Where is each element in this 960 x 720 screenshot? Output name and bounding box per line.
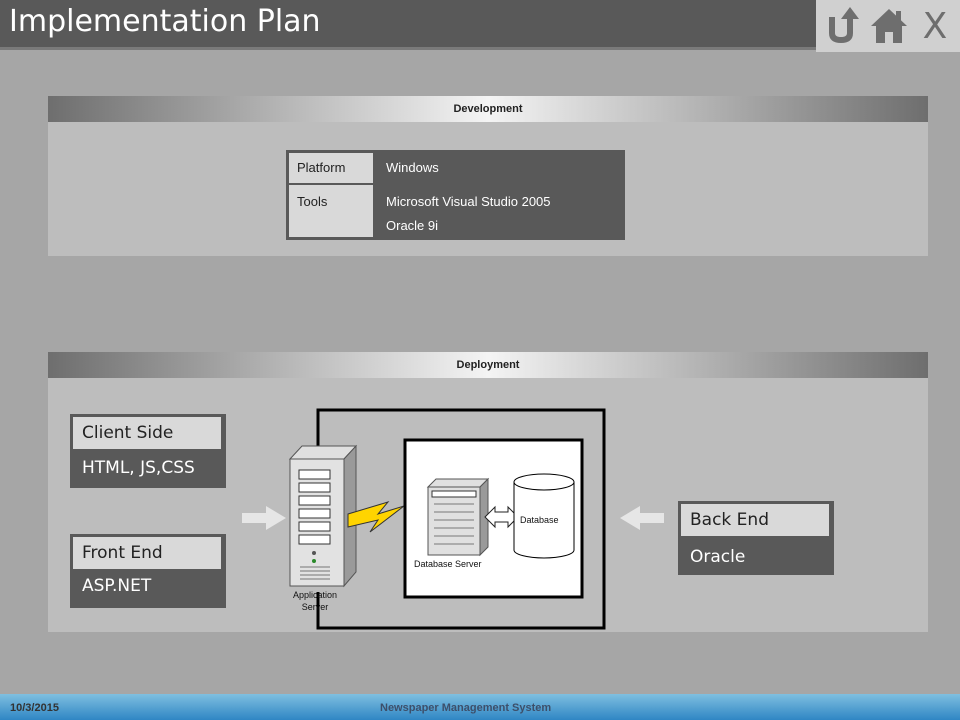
development-table: Platform Windows Tools Microsoft Visual … xyxy=(286,150,625,240)
title-bar: Implementation Plan xyxy=(0,0,816,47)
architecture-diagram: Application Server Database Server Datab… xyxy=(242,408,664,630)
database-server-icon xyxy=(426,477,490,557)
home-button[interactable] xyxy=(866,0,912,52)
page-title: Implementation Plan xyxy=(9,4,321,39)
footer-bar: 10/3/2015 Newspaper Management System xyxy=(0,694,960,720)
table-row-label: Tools xyxy=(289,185,373,237)
app-server-label: Server xyxy=(302,602,329,612)
deployment-panel: Deployment Client Side HTML, JS,CSS Fron… xyxy=(48,352,928,632)
back-button[interactable] xyxy=(818,0,864,52)
table-row-label: Platform xyxy=(289,153,373,183)
footer-date: 10/3/2015 xyxy=(10,702,59,714)
tools-value-1: Microsoft Visual Studio 2005 xyxy=(386,194,551,209)
home-icon xyxy=(871,9,907,43)
database-label: Database xyxy=(520,515,559,525)
left-arrow-icon xyxy=(620,506,664,530)
platform-value: Windows xyxy=(386,160,439,175)
back-arrow-icon xyxy=(829,7,859,43)
nav-toolbar: X xyxy=(816,0,960,52)
title-divider xyxy=(0,47,816,50)
development-panel: Development Platform Windows Tools Micro… xyxy=(48,96,928,256)
tools-value-2: Oracle 9i xyxy=(386,218,439,233)
db-server-label: Database Server xyxy=(414,559,482,569)
right-arrow-icon xyxy=(242,506,286,530)
application-server-icon xyxy=(288,444,358,588)
exit-button[interactable]: X xyxy=(912,0,958,52)
app-server-label: Application xyxy=(293,590,337,600)
footer-system-name: Newspaper Management System xyxy=(380,702,552,714)
development-heading: Development xyxy=(48,96,928,122)
